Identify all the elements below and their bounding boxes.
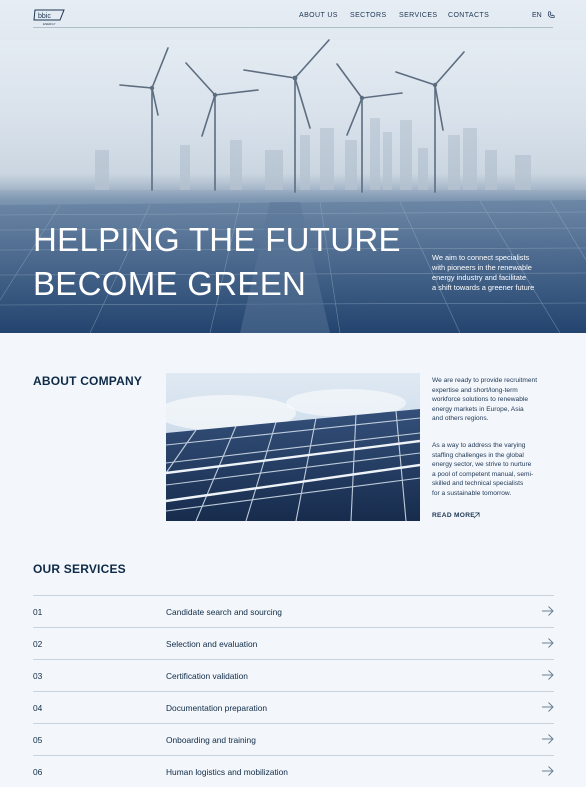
about-paragraph-1: We are ready to provide recruitment expe…	[432, 376, 562, 424]
service-label: Certification validation	[166, 671, 248, 681]
service-label: Documentation preparation	[166, 703, 268, 713]
hero-title-line-1: HELPING THE FUTURE	[33, 221, 401, 258]
arrow-right-icon[interactable]	[542, 637, 554, 649]
service-number: 06	[33, 767, 43, 777]
arrow-up-right-icon[interactable]	[473, 512, 480, 519]
about-text-line: for a sustainable tomorrow.	[432, 489, 512, 497]
service-number: 01	[33, 607, 43, 617]
about-company-heading: ABOUT COMPANY	[33, 374, 143, 388]
service-label: Human logistics and mobilization	[166, 767, 288, 777]
about-text-line: We are ready to provide recruitment	[432, 377, 538, 384]
our-services-heading: OUR SERVICES	[33, 562, 126, 576]
service-label: Candidate search and sourcing	[166, 607, 282, 617]
read-more-link[interactable]: READ MORE	[432, 512, 475, 519]
logo-subtext: ENERGY	[43, 22, 56, 26]
solar-panels-image	[166, 373, 420, 521]
arrow-right-icon[interactable]	[542, 669, 554, 681]
service-number: 02	[33, 639, 43, 649]
about-text-line: a pool of competent manual, semi-	[432, 470, 534, 478]
nav-link-contacts[interactable]: CONTACTS	[448, 12, 489, 19]
about-text-line: energy sector, we strive to nurture	[432, 461, 532, 468]
service-row-01[interactable]: 01 Candidate search and sourcing	[33, 595, 554, 627]
nav-link-about-us[interactable]: ABOUT US	[299, 12, 338, 19]
nav-divider	[33, 27, 553, 28]
service-number: 04	[33, 703, 43, 713]
service-row-05[interactable]: 05 Onboarding and training	[33, 723, 554, 755]
about-text-line: and others regions.	[432, 415, 489, 422]
service-row-06[interactable]: 06 Human logistics and mobilization	[33, 755, 554, 787]
arrow-right-icon[interactable]	[542, 733, 554, 745]
top-navigation: bbic ENERGY ABOUT US SECTORS SERVICES CO…	[0, 0, 586, 30]
hero-subtitle-line: We aim to connect specialists	[432, 253, 530, 262]
hero-subtitle-line: a shift towards a greener future	[432, 283, 535, 292]
logo-text: bbic	[38, 13, 51, 20]
hero-subtitle-line: with pioneers in the renewable	[432, 263, 532, 272]
hero-title-line-2: BECOME GREEN	[33, 265, 307, 302]
arrow-right-icon[interactable]	[542, 765, 554, 777]
about-paragraph-2: As a way to address the varying staffing…	[432, 441, 562, 498]
nav-link-services[interactable]: SERVICES	[399, 12, 437, 19]
service-number: 03	[33, 671, 43, 681]
arrow-right-icon[interactable]	[542, 605, 554, 617]
arrow-right-icon[interactable]	[542, 701, 554, 713]
hero-subtitle-line: energy industry and facilitate	[432, 273, 527, 282]
about-text-line: expertise and short/long-term	[432, 386, 518, 394]
about-text-line: skilled and technical specialists	[432, 480, 524, 487]
service-label: Selection and evaluation	[166, 639, 258, 649]
about-text-line: As a way to address the varying	[432, 442, 526, 449]
phone-icon[interactable]	[547, 11, 555, 19]
language-switcher[interactable]: EN	[532, 12, 542, 19]
service-label: Onboarding and training	[166, 735, 256, 745]
service-row-04[interactable]: 04 Documentation preparation	[33, 691, 554, 723]
company-logo[interactable]: bbic ENERGY	[33, 8, 65, 26]
nav-link-sectors[interactable]: SECTORS	[350, 12, 387, 19]
about-text-line: energy markets in Europe, Asia	[432, 405, 524, 413]
service-number: 05	[33, 735, 43, 745]
hero-subtitle: We aim to connect specialists with pione…	[432, 253, 562, 293]
hero-section: bbic ENERGY ABOUT US SECTORS SERVICES CO…	[0, 0, 586, 333]
service-row-03[interactable]: 03 Certification validation	[33, 659, 554, 691]
service-row-02[interactable]: 02 Selection and evaluation	[33, 627, 554, 659]
about-text-line: workforce solutions to renewable	[432, 396, 529, 403]
about-text-line: staffing challenges in the global	[432, 451, 524, 459]
hero-title: HELPING THE FUTURE BECOME GREEN	[33, 218, 401, 306]
